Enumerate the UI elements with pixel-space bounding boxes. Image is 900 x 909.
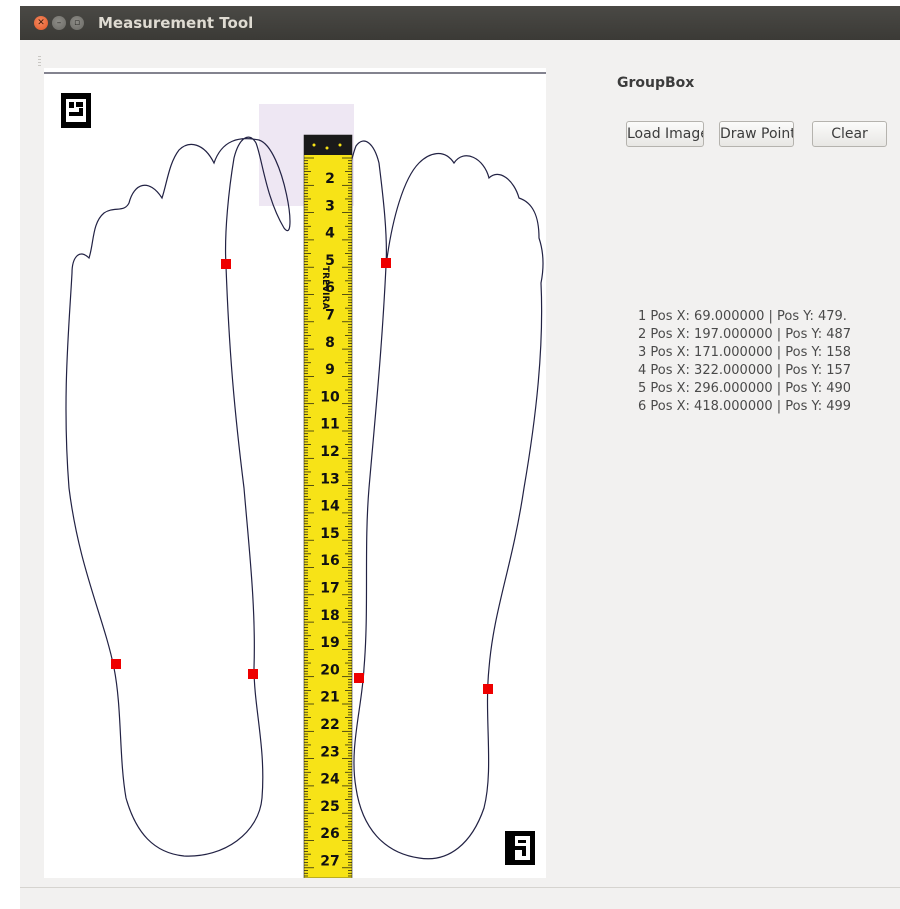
tape-number: 8: [325, 335, 335, 351]
tape-number: 5: [325, 253, 335, 269]
tape-number: 26: [320, 826, 339, 842]
tape-number: 22: [320, 717, 339, 733]
tape-number: 3: [325, 198, 335, 214]
draw-points-button[interactable]: Draw Points: [719, 121, 794, 147]
window-title: Measurement Tool: [98, 14, 254, 32]
tape-number: 24: [320, 772, 340, 788]
point-entry: 4 Pos X: 322.000000 | Pos Y: 157: [638, 363, 850, 378]
groupbox-title: GroupBox: [617, 75, 695, 91]
aruco-marker-top-left: [61, 93, 91, 128]
tape-number: 14: [320, 499, 340, 515]
tape-number: 25: [320, 799, 339, 815]
measure-point-1[interactable]: [111, 659, 121, 669]
tape-number: 6: [325, 280, 335, 296]
points-list: 1 Pos X: 69.000000 | Pos Y: 479. 2 Pos X…: [638, 308, 850, 416]
tape-number: 13: [320, 471, 339, 487]
tape-number: 15: [320, 526, 339, 542]
tape-number: 7: [325, 308, 335, 324]
measure-point-2[interactable]: [248, 669, 258, 679]
tape-number: 12: [320, 444, 339, 460]
point-entry: 3 Pos X: 171.000000 | Pos Y: 158: [638, 345, 850, 360]
measuring-tape: TREVIRA 23456789101112131415161718192021…: [303, 134, 353, 878]
left-foot-outline: [65, 136, 291, 857]
tape-number: 9: [325, 362, 335, 378]
tape-number: 4: [325, 226, 335, 242]
status-bar: [20, 887, 900, 909]
image-canvas[interactable]: TREVIRA 2 3 4 5 6 7 8 9 10 11 12 13 14 15 16 17 18 19 20 21…: [44, 68, 546, 878]
tape-number: 11: [320, 417, 339, 433]
tape-number: 16: [320, 553, 339, 569]
measure-point-5[interactable]: [354, 673, 364, 683]
right-foot-outline: [328, 140, 544, 860]
foot-scan-image: TREVIRA 23456789101112131415161718192021…: [44, 72, 546, 878]
tape-number: 27: [320, 854, 339, 870]
clear-button[interactable]: Clear: [812, 121, 887, 147]
aruco-marker-bottom-right: [505, 831, 535, 865]
tape-number: 23: [320, 744, 339, 760]
tape-number: 17: [320, 581, 339, 597]
tape-number: 2: [325, 171, 335, 187]
minimize-icon[interactable]: –: [52, 16, 66, 30]
close-icon[interactable]: ✕: [34, 16, 48, 30]
maximize-icon[interactable]: ▫: [70, 16, 84, 30]
point-entry: 1 Pos X: 69.000000 | Pos Y: 479.: [638, 309, 847, 324]
point-entry: 2 Pos X: 197.000000 | Pos Y: 487: [638, 327, 850, 342]
tape-number: 21: [320, 690, 339, 706]
point-entry: 6 Pos X: 418.000000 | Pos Y: 499: [638, 399, 850, 414]
point-entry: 5 Pos X: 296.000000 | Pos Y: 490: [638, 381, 850, 396]
load-image-button[interactable]: Load Image: [626, 121, 704, 147]
tape-number: 10: [320, 389, 340, 405]
tape-number: 19: [320, 635, 339, 651]
tape-number: 20: [320, 662, 340, 678]
toolbar-grip[interactable]: [38, 56, 41, 68]
measure-point-4[interactable]: [381, 258, 391, 268]
measure-point-6[interactable]: [483, 684, 493, 694]
title-bar: ✕ – ▫ Measurement Tool: [20, 6, 900, 40]
tape-number: 18: [320, 608, 339, 624]
measure-point-3[interactable]: [221, 259, 231, 269]
measurement-points: [111, 258, 493, 694]
